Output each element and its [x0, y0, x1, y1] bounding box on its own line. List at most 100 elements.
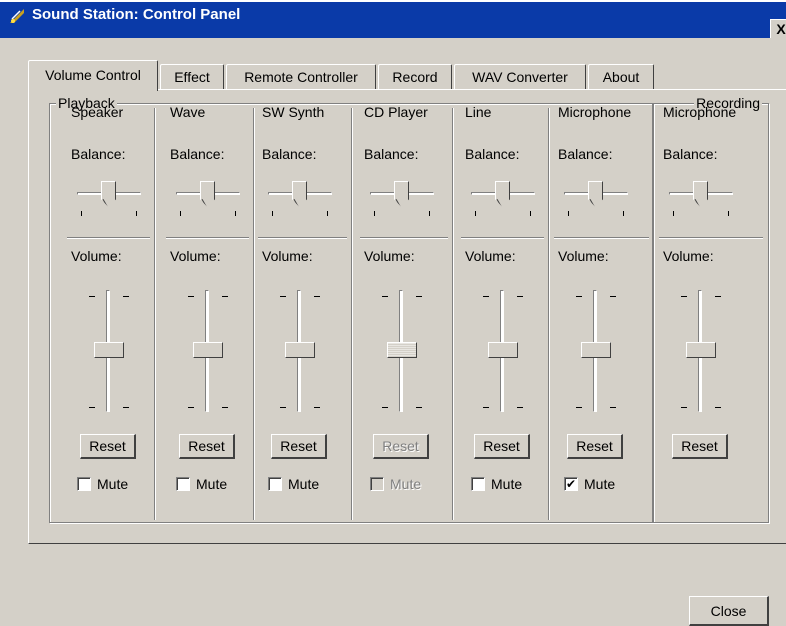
balance-slider-thumb[interactable] — [495, 181, 510, 207]
section-divider — [461, 237, 544, 239]
tab-volume-control[interactable]: Volume Control — [28, 60, 158, 91]
reset-button[interactable]: Reset — [271, 434, 327, 459]
device-name-label: Line — [465, 104, 492, 120]
volume-label: Volume: — [364, 248, 415, 264]
volume-slider-thumb[interactable] — [94, 342, 124, 358]
tab-effect[interactable]: Effect — [160, 64, 224, 90]
balance-tick-left — [374, 211, 375, 216]
volume-label: Volume: — [465, 248, 516, 264]
volume-slider-thumb[interactable] — [686, 342, 716, 358]
balance-label: Balance: — [262, 146, 317, 162]
section-divider — [166, 237, 249, 239]
volume-tick — [123, 407, 129, 408]
balance-tick-left — [180, 211, 181, 216]
volume-tick — [483, 296, 489, 297]
balance-tick-left — [673, 211, 674, 216]
volume-tick — [416, 407, 422, 408]
reset-button[interactable]: Reset — [179, 434, 235, 459]
reset-button[interactable]: Reset — [80, 434, 136, 459]
volume-slider-thumb[interactable] — [285, 342, 315, 358]
reset-button[interactable]: Reset — [474, 434, 530, 459]
channel-speaker: Speaker Balance: Volume: Reset Mute — [67, 90, 154, 510]
balance-slider-thumb[interactable] — [200, 181, 215, 207]
tab-record[interactable]: Record — [378, 64, 452, 90]
volume-tick — [280, 296, 286, 297]
volume-tick — [681, 296, 687, 297]
volume-tick — [314, 296, 320, 297]
balance-label: Balance: — [558, 146, 613, 162]
balance-tick-right — [327, 211, 328, 216]
reset-button[interactable]: Reset — [672, 434, 728, 459]
balance-tick-right — [623, 211, 624, 216]
balance-tick-left — [475, 211, 476, 216]
mute-checkbox[interactable] — [471, 477, 485, 491]
channel-microphone-playback: Microphone Balance: Volume: Reset ✔ Mute — [554, 90, 653, 510]
section-divider — [67, 237, 150, 239]
section-divider — [554, 237, 649, 239]
volume-tick — [610, 296, 616, 297]
volume-label: Volume: — [71, 248, 122, 264]
balance-label: Balance: — [364, 146, 419, 162]
volume-tick — [382, 407, 388, 408]
volume-tick — [483, 407, 489, 408]
volume-tick — [314, 407, 320, 408]
volume-tick — [576, 296, 582, 297]
device-name-label: Microphone — [558, 104, 632, 120]
volume-tick — [576, 407, 582, 408]
mute-checkbox[interactable]: ✔ — [564, 477, 578, 491]
mute-checkbox[interactable] — [176, 477, 190, 491]
balance-slider-thumb[interactable] — [588, 181, 603, 207]
balance-label: Balance: — [71, 146, 126, 162]
mute-checkbox[interactable] — [370, 477, 384, 491]
tab-wav-converter[interactable]: WAV Converter — [454, 64, 586, 90]
volume-tick — [188, 296, 194, 297]
tab-about[interactable]: About — [588, 64, 654, 90]
volume-tick — [280, 407, 286, 408]
volume-tick — [222, 296, 228, 297]
volume-slider-thumb[interactable] — [387, 342, 417, 358]
mute-label: Mute — [97, 476, 129, 492]
volume-label: Volume: — [262, 248, 313, 264]
volume-tick — [517, 407, 523, 408]
mute-checkbox[interactable] — [77, 477, 91, 491]
mute-label: Mute — [390, 476, 422, 492]
window-title: Sound Station: Control Panel — [32, 6, 241, 23]
balance-tick-right — [136, 211, 137, 216]
balance-slider-thumb[interactable] — [292, 181, 307, 207]
balance-tick-right — [235, 211, 236, 216]
reset-button[interactable]: Reset — [373, 434, 429, 459]
column-separator — [351, 108, 353, 520]
device-name-label: Speaker — [71, 104, 124, 120]
close-button[interactable]: Close — [689, 596, 769, 626]
volume-tick — [610, 407, 616, 408]
device-name-label: SW Synth — [262, 104, 325, 120]
volume-slider-thumb[interactable] — [488, 342, 518, 358]
column-separator — [154, 108, 156, 520]
title-close-button[interactable]: X — [770, 19, 786, 38]
volume-label: Volume: — [663, 248, 714, 264]
volume-slider-thumb[interactable] — [193, 342, 223, 358]
volume-tick — [715, 407, 721, 408]
balance-slider-thumb[interactable] — [101, 181, 116, 207]
section-divider — [360, 237, 448, 239]
balance-slider-thumb[interactable] — [394, 181, 409, 207]
tab-remote-controller[interactable]: Remote Controller — [226, 64, 376, 90]
mute-checkbox[interactable] — [268, 477, 282, 491]
volume-tick — [681, 407, 687, 408]
volume-tick — [123, 296, 129, 297]
balance-label: Balance: — [663, 146, 718, 162]
column-separator — [452, 108, 454, 520]
column-separator — [548, 108, 550, 520]
mute-label: Mute — [491, 476, 523, 492]
volume-tick — [188, 407, 194, 408]
volume-label: Volume: — [170, 248, 221, 264]
volume-slider-thumb[interactable] — [581, 342, 611, 358]
volume-tick — [89, 407, 95, 408]
reset-button[interactable]: Reset — [567, 434, 623, 459]
channel-microphone-recording: Microphone Balance: Volume: Reset — [659, 90, 767, 510]
column-separator — [253, 108, 255, 520]
volume-tick — [715, 296, 721, 297]
balance-tick-left — [272, 211, 273, 216]
channel-line: Line Balance: Volume: Reset Mute — [461, 90, 548, 510]
balance-slider-thumb[interactable] — [693, 181, 708, 207]
